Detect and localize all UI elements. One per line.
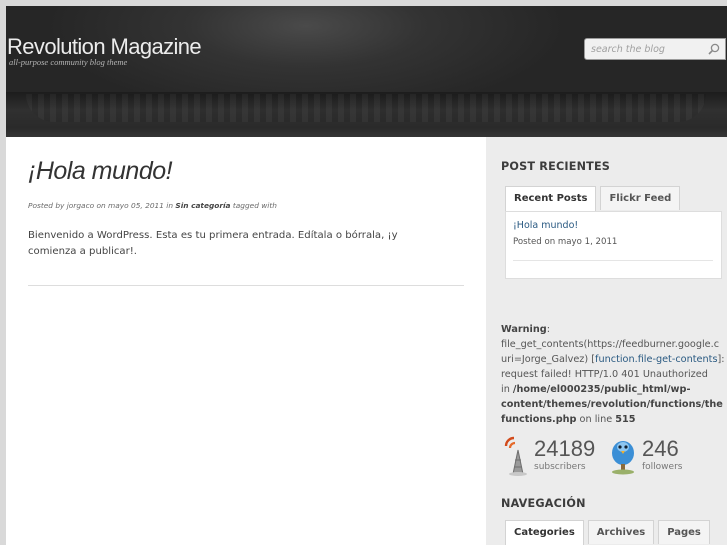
navigation-tabs: Categories Archives Pages: [505, 520, 710, 545]
tab-pages[interactable]: Pages: [658, 520, 710, 544]
post-body: Bienvenido a WordPress. Esta es tu prime…: [28, 230, 398, 257]
subscribers-count: 24189: [534, 436, 596, 461]
rss-tower-icon[interactable]: [501, 436, 527, 476]
twitter-bird-icon[interactable]: [609, 437, 637, 475]
warning-line-1: file_get_contents(https://feedburner.goo…: [501, 339, 720, 350]
warning-function-link[interactable]: function.file-get-contents: [595, 354, 717, 365]
main-content: ¡Hola mundo! Posted by jorgaco on mayo 0…: [6, 137, 486, 545]
post-divider: [28, 285, 464, 286]
post-category-link[interactable]: Sin categoría: [175, 201, 230, 210]
post-meta-prefix: Posted by jorgaco on mayo 05, 2011 in: [28, 201, 176, 210]
recent-posts-heading: POST RECIENTES: [501, 160, 611, 173]
recent-post-divider: [513, 260, 713, 261]
warning-line-number: 515: [615, 414, 636, 425]
post-meta-suffix: tagged with: [230, 201, 277, 210]
feed-counters: 24189 subscribers 246 followers: [501, 436, 727, 476]
page: Revolution Magazine all-purpose communit…: [6, 6, 727, 545]
search-input[interactable]: [591, 42, 703, 56]
warning-on-line: on line: [576, 414, 616, 425]
warning-path-2: content/themes/revolution/functions/the: [501, 399, 723, 410]
tab-flickr-feed[interactable]: Flickr Feed: [600, 186, 681, 210]
warning-label: Warning: [501, 324, 547, 335]
search-box: [584, 38, 726, 60]
site-header: Revolution Magazine all-purpose communit…: [6, 6, 727, 137]
tab-categories[interactable]: Categories: [505, 520, 584, 545]
warning-line-5: in: [501, 384, 513, 395]
header-band-texture: [26, 94, 706, 122]
php-warning: Warning: file_get_contents(https://feedb…: [501, 322, 727, 427]
sidebar: POST RECIENTES Recent Posts Flickr Feed …: [486, 137, 727, 545]
tab-recent-posts[interactable]: Recent Posts: [505, 186, 597, 212]
post-title[interactable]: ¡Hola mundo!: [28, 157, 173, 186]
warning-line-2: uri=Jorge_Galvez) [: [501, 354, 596, 365]
warning-path-1: /home/el000235/public_html/wp-: [512, 384, 691, 395]
tab-archives[interactable]: Archives: [587, 520, 655, 544]
navigation-heading: NAVEGACIÓN: [501, 497, 586, 510]
followers-label: followers: [642, 462, 683, 472]
site-tagline: all-purpose community blog theme: [9, 57, 128, 67]
subscribers-label: subscribers: [534, 462, 586, 472]
recent-post-link[interactable]: ¡Hola mundo!: [513, 220, 578, 231]
warning-path-3: functions.php: [501, 414, 577, 425]
warning-line-3: ]: failed to open stream: HTTP: [717, 354, 727, 365]
post-meta: Posted by jorgaco on mayo 05, 2011 in Si…: [28, 201, 277, 210]
followers-count: 246: [642, 436, 679, 461]
recent-tabs: Recent Posts Flickr Feed: [505, 186, 681, 212]
warning-line-4: request failed! HTTP/1.0 401 Unauthorize…: [501, 369, 708, 380]
recent-post-date: Posted on mayo 1, 2011: [513, 237, 618, 247]
search-icon[interactable]: [708, 43, 720, 55]
recent-posts-panel: ¡Hola mundo! Posted on mayo 1, 2011: [505, 211, 722, 279]
